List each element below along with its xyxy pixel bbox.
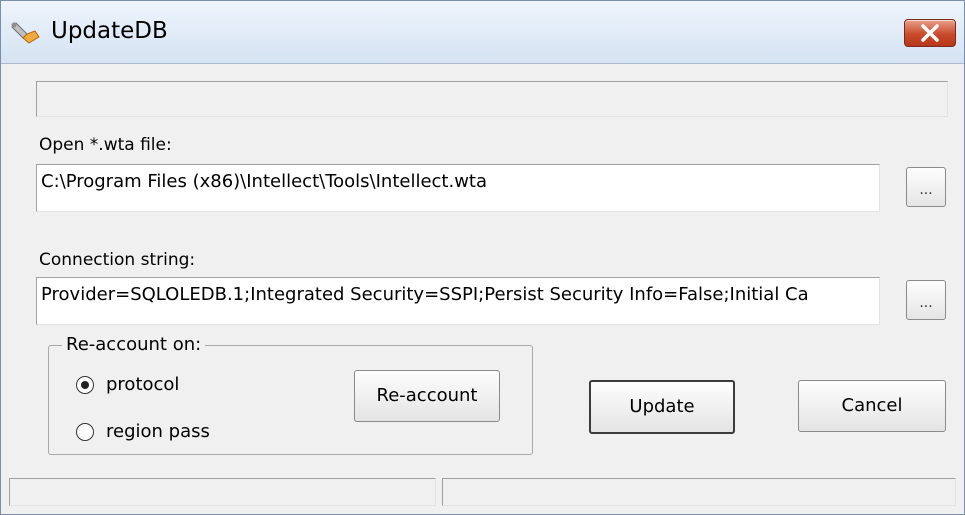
- radio-button-protocol[interactable]: [76, 375, 94, 394]
- status-bar: [9, 478, 956, 506]
- browse-connection-button[interactable]: ...: [906, 280, 946, 320]
- client-area: Open *.wta file: C:\Program Files (x86)\…: [9, 64, 956, 506]
- updatedb-window: UpdateDB Open *.wta file: C:\Program Fil…: [0, 0, 965, 515]
- browse-wta-button[interactable]: ...: [906, 167, 946, 207]
- update-button[interactable]: Update: [589, 380, 735, 434]
- close-button[interactable]: [904, 19, 956, 47]
- connection-string-label: Connection string:: [39, 250, 196, 270]
- radio-label-protocol: protocol: [106, 374, 180, 395]
- connection-string-input[interactable]: Provider=SQLOLEDB.1;Integrated Security=…: [36, 277, 880, 325]
- wta-file-label: Open *.wta file:: [39, 135, 172, 155]
- radio-button-region-pass[interactable]: [76, 422, 94, 441]
- radio-protocol[interactable]: protocol: [76, 374, 179, 395]
- title-bar[interactable]: UpdateDB: [1, 1, 964, 64]
- radio-label-region-pass: region pass: [106, 421, 210, 442]
- radio-region-pass[interactable]: region pass: [76, 421, 210, 442]
- wrench-icon: [9, 21, 45, 45]
- reaccount-button[interactable]: Re-account: [354, 370, 500, 422]
- cancel-button[interactable]: Cancel: [798, 380, 946, 432]
- status-pane-left: [9, 478, 436, 506]
- reaccount-group-title: Re-account on:: [62, 334, 206, 355]
- window-title: UpdateDB: [51, 18, 168, 44]
- close-icon: [921, 24, 939, 42]
- status-pane-right: [442, 478, 956, 506]
- progress-bar: [36, 81, 948, 117]
- wta-file-input[interactable]: C:\Program Files (x86)\Intellect\Tools\I…: [36, 164, 880, 212]
